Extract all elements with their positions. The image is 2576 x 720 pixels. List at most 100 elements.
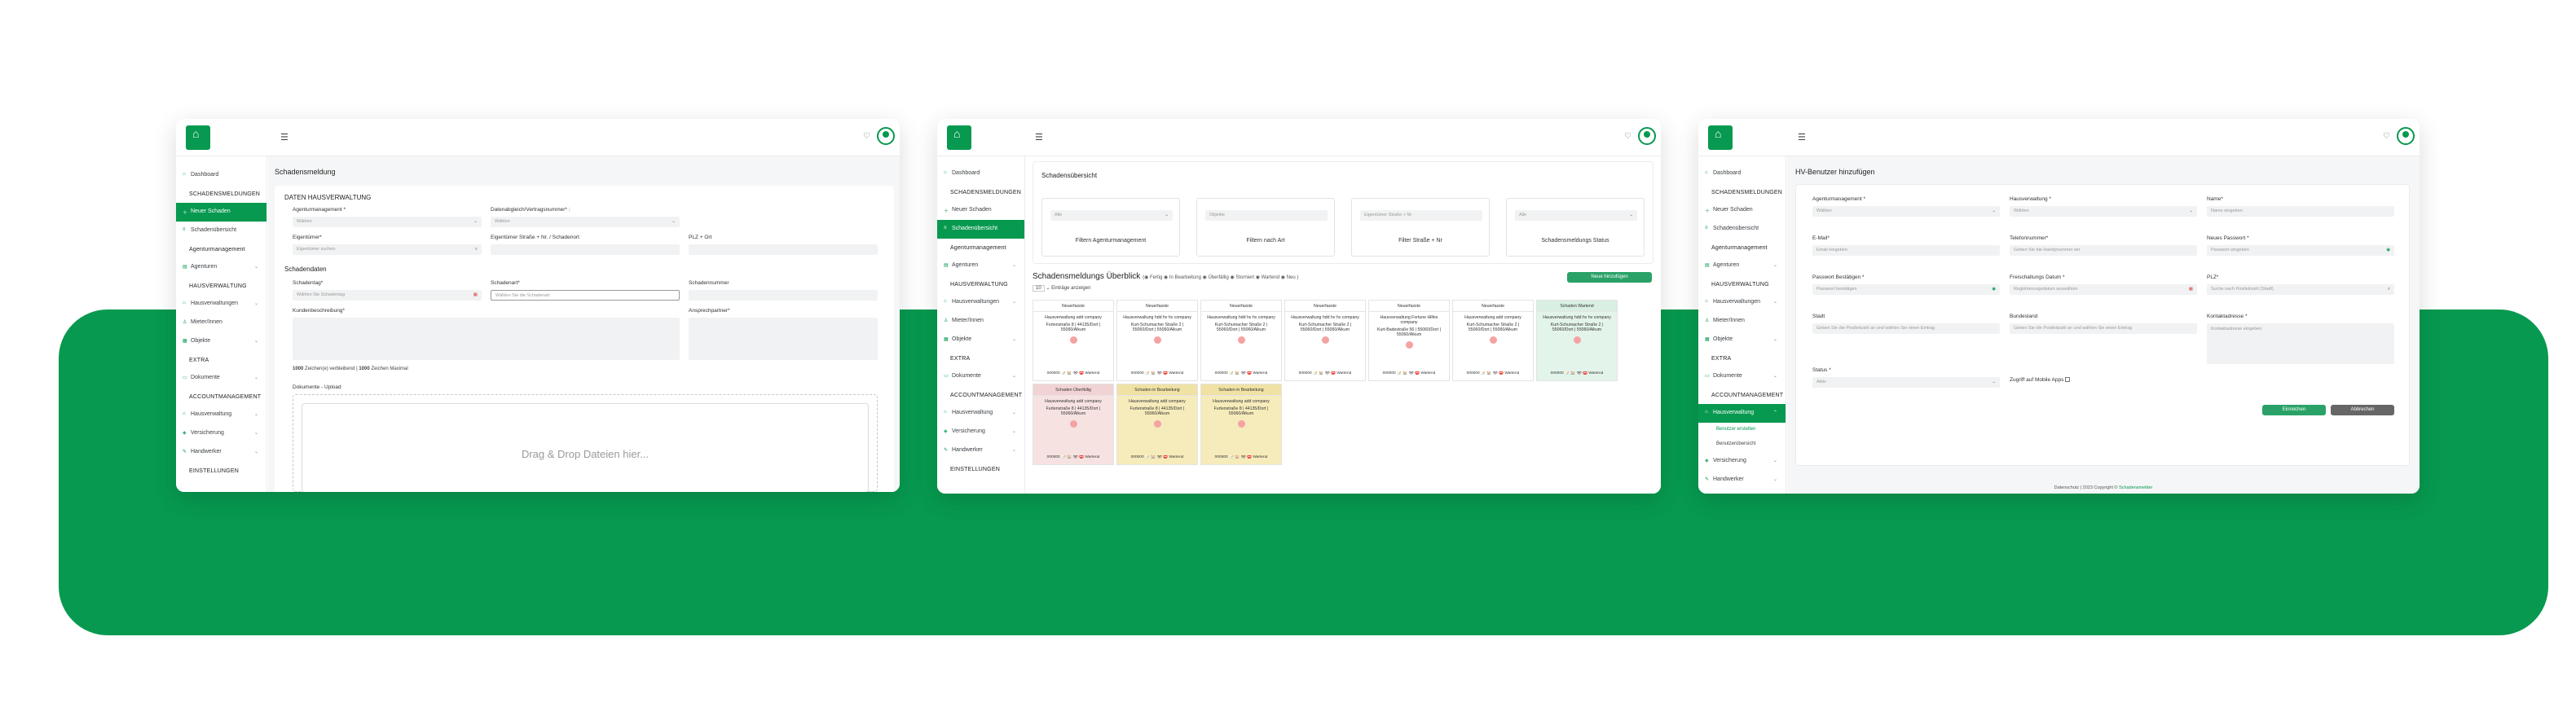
card-actions[interactable]: 000000 📝 🏠 👁 ⛔ Wartend (1456, 371, 1530, 375)
email-input[interactable]: Email eingeben (1812, 245, 2000, 256)
sidebar-item-versicherung[interactable]: ◈ Versicherung ⌄ (937, 423, 1024, 441)
filter-status-select[interactable]: Alle ⌄ (1515, 210, 1637, 221)
damage-card[interactable]: Neuerfasste Hausverwaltung add company Fur… (1033, 300, 1114, 381)
sidebar-item-objekte[interactable]: ▦ Objekte ⌄ (937, 331, 1024, 349)
card-actions[interactable]: 000000 📝 🏠 👁 ⛔ Wartend (1037, 371, 1110, 375)
sidebar-item-hausverwaltungen[interactable]: ⌂ Hausverwaltungen ⌄ (937, 293, 1024, 312)
card-actions[interactable]: 000000 📝 🏠 👁 ⛔ Wartend (1121, 455, 1194, 459)
card-actions[interactable]: 000000 📝 🏠 👁 ⛔ Wartend (1121, 371, 1194, 375)
sidebar-item-versicherung[interactable]: ◈ Versicherung ⌄ (176, 424, 266, 443)
schadennummer-input[interactable] (689, 290, 878, 301)
heart-icon[interactable]: ♡ (863, 132, 870, 141)
card-actions[interactable]: 000000 📝 🏠 👁 ⛔ Wartend (1204, 455, 1278, 459)
filter-agentur-select[interactable]: Alle ⌄ (1050, 210, 1173, 221)
footer-link[interactable]: Schadensmelder (2119, 485, 2152, 490)
sidebar-item-agenturen[interactable]: ▤ Agenturen ⌄ (937, 257, 1024, 275)
sidebar-item-hausverwaltungen[interactable]: ⌂ Hausverwaltungen ⌄ (176, 295, 266, 314)
sidebar-item-hausverwaltungen[interactable]: ⌂ Hausverwaltungen ⌄ (1698, 293, 1786, 312)
damage-card[interactable]: Schaden Überfällig Hausverwaltung add com… (1033, 384, 1114, 465)
damage-card[interactable]: Schaden Wartend Hausverwaltung hdd hv hv … (1536, 300, 1618, 381)
card-actions[interactable]: 000000 📝 🏠 👁 ⛔ Wartend (1288, 371, 1362, 375)
sidebar-item-neuer-schaden[interactable]: ＋ Neuer Schaden (937, 201, 1024, 220)
agentur-select[interactable]: Wählen ⌄ (1812, 206, 2000, 217)
sidebar-item-acc-hausverwaltung[interactable]: ⌂ Hausverwaltung ⌄ (176, 406, 266, 424)
avatar[interactable] (877, 127, 895, 145)
sidebar-item-schadenuebersicht[interactable]: ≡ Schadenübersicht (1698, 220, 1786, 239)
hamburger-icon[interactable]: ☰ (1798, 132, 1806, 143)
status-select[interactable]: Aktiv ⌄ (1812, 377, 2000, 388)
dropzone-inner[interactable]: Drag & Drop Dateien hier... (302, 403, 869, 492)
sidebar-subitem-hinzufuegen[interactable]: Benutzer erstellen (1698, 423, 1786, 437)
eye-icon[interactable]: ◉ (1992, 287, 1996, 292)
app-logo[interactable] (1708, 125, 1733, 150)
sidebar-item-schadenuebersicht[interactable]: ≡ Schadenübersicht (937, 220, 1024, 239)
sidebar-item-dokumente[interactable]: ▭ Dokumente ⌄ (937, 367, 1024, 386)
sidebar-item-dokumente[interactable]: ▭ Dokumente ⌄ (1698, 367, 1786, 386)
sidebar-subitem-uebersicht[interactable]: Benutzerübersicht (1698, 437, 1786, 452)
sidebar-item-acc-hausverwaltung[interactable]: ⌂ Hausverwaltung ⌃ (1698, 404, 1786, 423)
upload-dropzone[interactable]: Drag & Drop Dateien hier... (293, 394, 878, 492)
tel-input[interactable]: Geben Sie die Handynummer ein (2010, 245, 2197, 256)
sidebar-item-acc-hausverwaltung[interactable]: ⌂ Hausverwaltung ⌄ (937, 404, 1024, 423)
datentyp-select[interactable]: Wählen ⌄ (491, 217, 680, 227)
damage-card[interactable]: Neuerfasste Hausverwaltung Fortune Hilfes… (1368, 300, 1450, 381)
card-actions[interactable]: 000000 📝 🏠 👁 ⛔ Wartend (1372, 371, 1446, 375)
beschreibung-textarea[interactable] (293, 318, 680, 360)
damage-card[interactable]: Neuerfasste Hausverwaltung hdd hv hv comp… (1200, 300, 1282, 381)
pw2-input[interactable]: Passwort bestätigen ◉ (1812, 284, 2000, 295)
sidebar-item-dashboard[interactable]: ⌂ Dashboard (1698, 165, 1786, 183)
sidebar-item-dokumente[interactable]: ▭ Dokumente ⌄ (176, 369, 266, 388)
ansprechpartner-textarea[interactable] (689, 318, 878, 360)
sidebar-item-objekte[interactable]: ▦ Objekte ⌄ (176, 332, 266, 351)
hv-select[interactable]: Wählen ⌄ (2010, 206, 2197, 217)
card-actions[interactable]: 000000 📝 🏠 👁 ⛔ Wartend (1204, 371, 1278, 375)
sidebar-item-handwerker[interactable]: ✎ Handwerker ⌄ (176, 443, 266, 462)
filter-art-input[interactable]: Objekte (1205, 210, 1328, 221)
card-actions[interactable]: 000000 📝 🏠 👁 ⛔ Wartend (1540, 371, 1614, 375)
submit-button[interactable]: Einreichen (2262, 405, 2326, 415)
sidebar-item-agenturen[interactable]: ▤ Agenturen ⌄ (1698, 257, 1786, 275)
sidebar-item-neuer-schaden[interactable]: ＋ Neuer Schaden (1698, 201, 1786, 220)
kontakt-textarea[interactable]: Kontaktadresse eingeben (2207, 323, 2394, 364)
sidebar-item-versicherung[interactable]: ◈ Versicherung ⌄ (1698, 452, 1786, 471)
bundesland-input[interactable]: Geben Sie die Postleitzahl an und wählen… (2010, 323, 2197, 334)
sidebar-item-objekte[interactable]: ▦ Objekte ⌄ (1698, 331, 1786, 349)
app-logo[interactable] (186, 125, 210, 150)
schadentag-input[interactable]: Wählen Sie Schadentag ▦ (293, 290, 482, 301)
sidebar-item-handwerker[interactable]: ✎ Handwerker ⌄ (1698, 471, 1786, 490)
hamburger-icon[interactable]: ☰ (1035, 132, 1043, 143)
damage-card[interactable]: Schaden in Bearbeitung Hausverwaltung add… (1116, 384, 1198, 465)
agentur-select[interactable]: Wählen ⌄ (293, 217, 482, 227)
schadenart-select[interactable]: Wählen Sie die Schadenart (491, 290, 680, 301)
sidebar-item-handwerker[interactable]: ✎ Handwerker ⌄ (937, 441, 1024, 460)
plz-search-input[interactable]: Suche nach Postleitzahl (Stadt) ⌕ (2207, 284, 2394, 295)
stadt-input[interactable]: Geben Sie die Postleitzahl an und wählen… (1812, 323, 2000, 334)
sidebar-item-schadenuebersicht[interactable]: ≡ Schadenübersicht (176, 222, 266, 240)
name-input[interactable]: Name eingeben (2207, 206, 2394, 217)
mobile-access-checkbox[interactable] (2065, 377, 2071, 383)
pw-input[interactable]: Passwort eingeben ◉ (2207, 245, 2394, 256)
card-actions[interactable]: 000000 📝 🏠 👁 ⛔ Wartend (1037, 455, 1110, 459)
heart-icon[interactable]: ♡ (2383, 132, 2390, 141)
cancel-button[interactable]: Abbrechen (2331, 405, 2394, 415)
avatar[interactable] (2397, 127, 2415, 145)
sidebar-item-neuer-schaden[interactable]: ＋ Neuer Schaden (176, 203, 266, 222)
sidebar-item-dashboard[interactable]: ⌂ Dashboard (176, 166, 266, 185)
damage-card[interactable]: Schaden in Bearbeitung Hausverwaltung add… (1200, 384, 1282, 465)
damage-card[interactable]: Neuerfasste Hausverwaltung hdd hv hv comp… (1116, 300, 1198, 381)
filter-strasse-input[interactable]: Eigentümer Straße + Nr (1360, 210, 1482, 221)
sidebar-item-dashboard[interactable]: ⌂ Dashboard (937, 165, 1024, 183)
date-input[interactable]: Registrierungsdatum auswählen ▦ (2010, 284, 2197, 295)
eigentuemer-search-input[interactable]: Eigentümer suchen ⌕ (293, 244, 482, 255)
sidebar-item-agenturen[interactable]: ▤ Agenturen ⌄ (176, 258, 266, 277)
app-logo[interactable] (947, 125, 971, 150)
sidebar-item-mieter[interactable]: ♙ Mieter/Innen (1698, 312, 1786, 331)
sidebar-item-mieter[interactable]: ♙ Mieter/Innen (176, 314, 266, 332)
avatar[interactable] (1638, 127, 1656, 145)
eye-icon[interactable]: ◉ (2386, 248, 2390, 252)
strasse-input[interactable] (491, 244, 680, 255)
plz-input[interactable] (689, 244, 878, 255)
add-new-button[interactable]: Neue hinzufügen (1567, 272, 1652, 283)
sidebar-item-mieter[interactable]: ♙ Mieter/Innen (937, 312, 1024, 331)
damage-card[interactable]: Neuerfasste Hausverwaltung add company Kur… (1452, 300, 1534, 381)
